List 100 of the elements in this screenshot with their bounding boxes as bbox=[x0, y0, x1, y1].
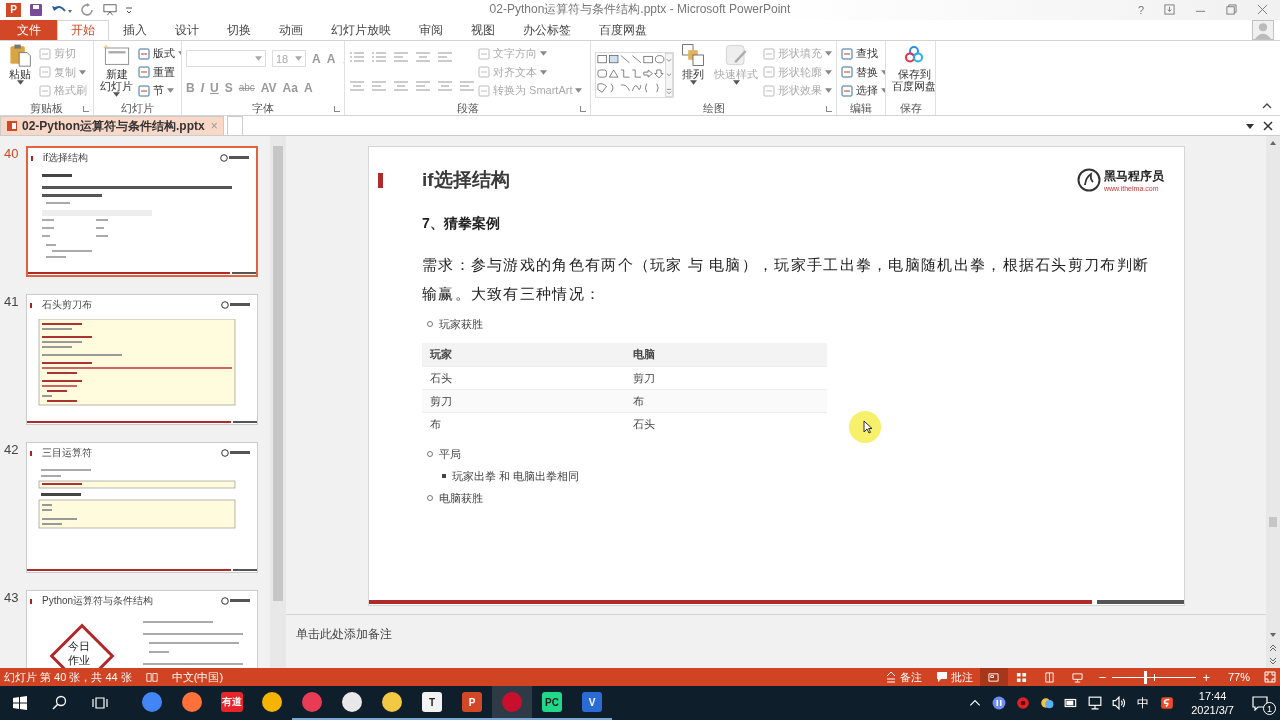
sogou-icon[interactable] bbox=[1160, 696, 1175, 710]
lines-icon bbox=[415, 79, 431, 92]
format-button[interactable]: A bbox=[303, 80, 313, 95]
caret-icon bbox=[79, 69, 86, 75]
ribbon-button[interactable]: 版式 bbox=[138, 46, 181, 62]
help-button[interactable]: ? bbox=[1137, 3, 1144, 16]
ribbon-tab[interactable]: 幻灯片放映 bbox=[317, 19, 405, 41]
scroll-thumb[interactable] bbox=[1269, 517, 1277, 527]
ribbon-options-icon[interactable] bbox=[1164, 4, 1175, 16]
font-size-button[interactable]: A bbox=[326, 51, 336, 66]
ribbon-button[interactable]: 保存到 百度网盘 bbox=[890, 43, 935, 102]
caret-icon bbox=[255, 56, 262, 62]
zoom-percent[interactable]: 77% bbox=[1227, 671, 1250, 683]
zoom-out-button[interactable]: − bbox=[1098, 669, 1107, 685]
pause-icon[interactable] bbox=[992, 696, 1007, 710]
group-label: 绘图 bbox=[595, 101, 832, 116]
slideshow-icon[interactable] bbox=[103, 2, 117, 17]
ribbon-button[interactable]: 排列 bbox=[677, 43, 709, 102]
input-method-indicator[interactable]: 中 bbox=[1137, 694, 1150, 712]
taskbar-app[interactable]: PC bbox=[532, 686, 572, 720]
taskbar-app[interactable]: V bbox=[572, 686, 612, 720]
chat-icon[interactable] bbox=[1040, 696, 1055, 710]
font-size-field[interactable]: 18 bbox=[272, 50, 306, 68]
slide-thumbnail[interactable]: 三目运算符 bbox=[26, 442, 258, 573]
book-icon[interactable] bbox=[145, 671, 158, 683]
ribbon-tab[interactable]: 动画 bbox=[265, 19, 317, 41]
ribbon-tab[interactable]: 切换 bbox=[213, 19, 265, 41]
scrollbar[interactable] bbox=[1266, 136, 1280, 668]
taskbar-app[interactable]: 有道 bbox=[212, 686, 252, 720]
font-size-button[interactable]: A bbox=[312, 51, 321, 66]
notes-button[interactable]: 备注 bbox=[884, 669, 922, 685]
network-icon[interactable] bbox=[1088, 696, 1103, 710]
collapse-icon[interactable] bbox=[1262, 103, 1272, 110]
caret-icon bbox=[16, 80, 24, 86]
slide-thumbnail[interactable]: if选择结构 bbox=[26, 146, 258, 277]
group-label: 段落 bbox=[349, 101, 586, 116]
maximize-icon[interactable] bbox=[1226, 4, 1237, 16]
ribbon-tab[interactable]: 设计 bbox=[161, 19, 213, 41]
slide-thumbnail[interactable]: 石头剪刀布 bbox=[26, 294, 258, 425]
ribbon-button[interactable]: 选择 bbox=[841, 83, 885, 99]
close-icon[interactable] bbox=[1262, 119, 1274, 132]
slide-thumbnail[interactable]: Python运算符与条件结构 今日 作业 bbox=[26, 590, 258, 668]
record-icon[interactable] bbox=[1016, 696, 1031, 710]
ribbon-tab[interactable]: 审阅 bbox=[405, 19, 457, 41]
zoom-in-button[interactable]: + bbox=[1202, 669, 1210, 685]
format-button[interactable]: Aa bbox=[282, 80, 298, 95]
square-icon bbox=[39, 84, 51, 97]
format-button[interactable]: S bbox=[224, 80, 233, 95]
square-icon bbox=[841, 84, 853, 97]
zoom-thumb[interactable] bbox=[1144, 670, 1148, 684]
square-icon bbox=[763, 84, 775, 97]
ribbon-button[interactable]: 粘贴 bbox=[4, 43, 36, 102]
group-label: 字体 bbox=[186, 101, 340, 116]
ribbon-tab[interactable]: 视图 bbox=[457, 19, 509, 41]
ribbon-button[interactable]: 节 bbox=[138, 83, 181, 99]
language-label[interactable]: 中文(中国) bbox=[171, 669, 224, 685]
comments-button[interactable]: 批注 bbox=[935, 669, 973, 685]
format-button[interactable]: U bbox=[210, 80, 219, 95]
format-button[interactable]: AV bbox=[260, 80, 277, 95]
format-button[interactable]: B bbox=[186, 80, 195, 95]
ribbon-tab[interactable]: 插入 bbox=[109, 19, 161, 41]
format-button[interactable]: I bbox=[200, 80, 204, 95]
ribbon-button[interactable]: 查找 bbox=[841, 46, 885, 62]
windows-start-icon[interactable] bbox=[12, 695, 28, 711]
square-icon bbox=[138, 84, 150, 97]
search-icon[interactable] bbox=[52, 695, 68, 711]
new-slide-icon bbox=[102, 43, 131, 68]
battery-icon[interactable] bbox=[1064, 696, 1079, 710]
volume-icon[interactable] bbox=[1112, 696, 1127, 710]
font-name-field[interactable] bbox=[186, 50, 266, 68]
logo-icon bbox=[220, 154, 250, 162]
task-view-icon[interactable] bbox=[92, 695, 108, 711]
ribbon-tab[interactable]: 开始 bbox=[57, 19, 109, 41]
taskbar-app[interactable]: T bbox=[412, 686, 452, 720]
lines-icon bbox=[371, 50, 387, 63]
ribbon-tab[interactable]: 办公标签 bbox=[509, 19, 585, 41]
square-icon bbox=[138, 47, 150, 60]
ribbon-button[interactable]: 重置 bbox=[138, 64, 181, 80]
next-slide-icon[interactable] bbox=[1268, 656, 1278, 666]
scroll-thumb[interactable] bbox=[273, 146, 283, 601]
table-cell: 布 bbox=[624, 389, 827, 413]
notification-icon[interactable] bbox=[1252, 695, 1268, 711]
format-button[interactable]: abc bbox=[238, 82, 255, 94]
scrollbar[interactable] bbox=[270, 136, 286, 668]
file-tab[interactable]: 文件 bbox=[0, 19, 57, 41]
bullet-text: 平局 bbox=[439, 446, 461, 462]
ribbon-button[interactable]: 替换 bbox=[841, 64, 885, 80]
fit-icon[interactable] bbox=[1264, 671, 1276, 683]
document-tab[interactable]: 02-Python运算符与条件结构.pptx × bbox=[0, 116, 224, 135]
app-logo: P bbox=[6, 2, 21, 17]
ribbon-tab[interactable]: 百度网盘 bbox=[585, 19, 661, 41]
save-icon[interactable] bbox=[29, 2, 43, 17]
ribbon-button[interactable]: 新建 幻灯片 bbox=[98, 43, 135, 102]
clock[interactable]: 17:44 2021/3/7 bbox=[1191, 689, 1234, 717]
previous-slide-icon[interactable] bbox=[1268, 643, 1278, 653]
column-header: 玩家 bbox=[422, 343, 625, 367]
notes-placeholder[interactable]: 单击此处添加备注 bbox=[296, 627, 392, 641]
lines-icon bbox=[393, 50, 409, 63]
view-button[interactable] bbox=[979, 668, 1008, 686]
redo-icon[interactable] bbox=[81, 2, 95, 17]
